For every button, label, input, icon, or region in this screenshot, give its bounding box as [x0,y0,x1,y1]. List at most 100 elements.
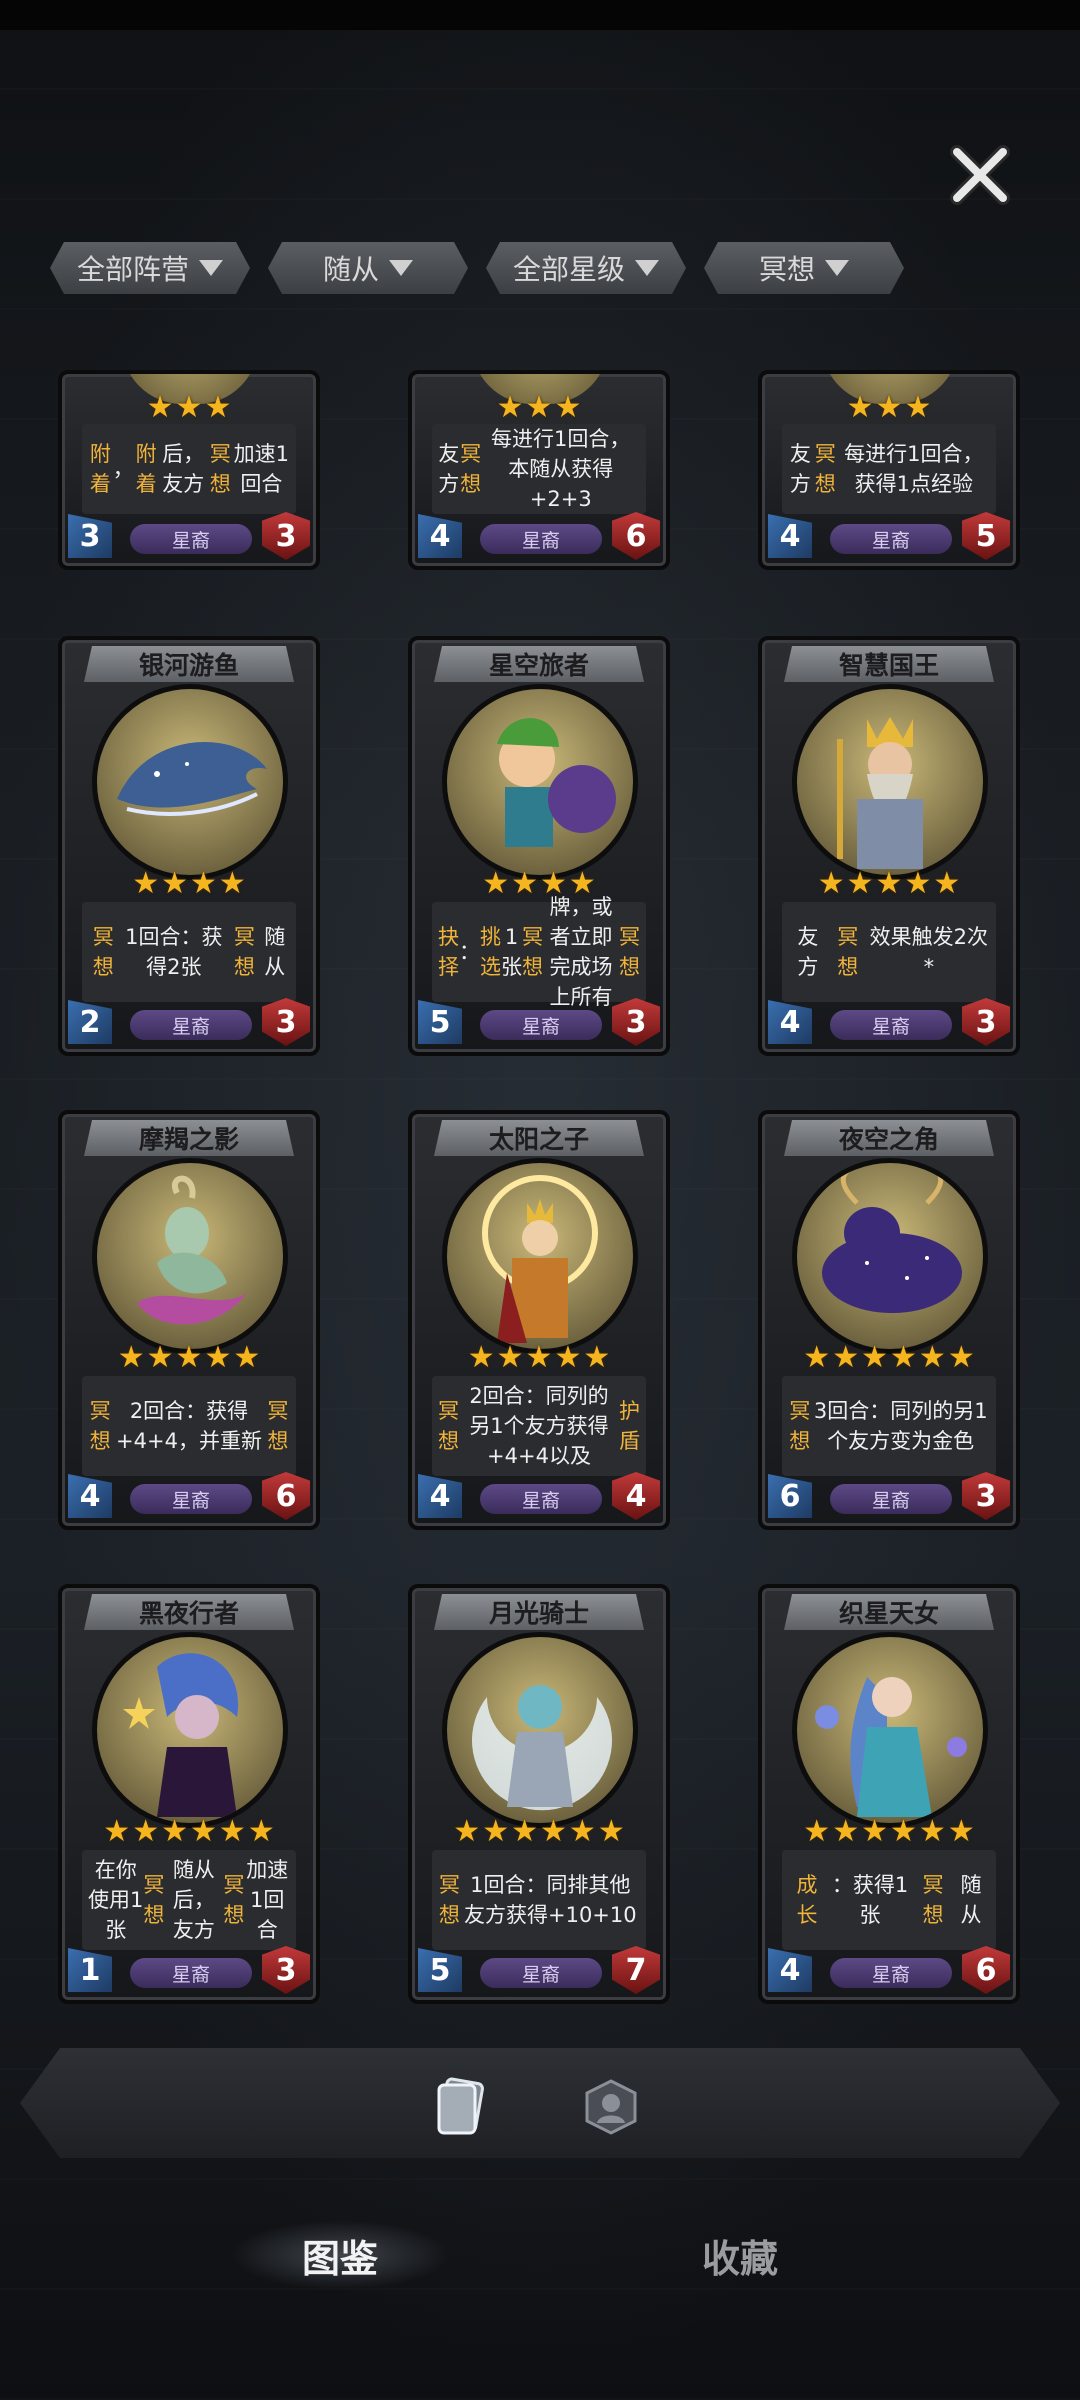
card-description: 友方 冥想 每进行1回合，本随从获得+2+3 [432,424,646,514]
star-icon: ★ [482,1814,510,1849]
card-name: 摩羯之影 [84,1120,294,1156]
star-icon: ★ [918,1814,946,1849]
card-stars: ★ ★ ★ ★ ★ [762,868,1016,900]
star-icon: ★ [861,1340,888,1375]
star-icon: ★ [511,1814,538,1849]
star-icon: ★ [190,1814,217,1849]
star-icon: ★ [904,390,932,425]
star-icon: ★ [190,866,217,901]
card-description: 冥想 2回合：同列的另1个友方获得+4+4以及 护盾 [432,1376,646,1476]
card-description: 抉择：挑选 1张 冥想 牌，或者立即完成场上所有 冥想 [432,895,646,1009]
card-faction: 星裔 [830,1958,952,1988]
star-icon: ★ [540,1814,567,1849]
card-faction: 星裔 [130,1958,252,1988]
card[interactable]: 黑夜行者 ★ ★ ★ ★ ★ ★ 在你使用1张 冥想 随从后，友方 冥想 加速1回合 1 星裔 3 [58,1584,320,2004]
star-icon: ★ [146,390,174,425]
night-walker-portrait [92,1632,288,1828]
card-power: 6 [962,1946,1010,1994]
card-description: 冥想 2回合：获得+4+4，并重新 冥想 [82,1376,296,1476]
whale-portrait [92,684,288,880]
star-icon: ★ [132,866,160,901]
sun-son-portrait [442,1158,638,1354]
card[interactable]: 星空旅者 ★ ★ ★ ★ 抉择：挑选 1张 冥想 牌，或者立即完成场上所有 冥想 5 星裔 3 [408,636,670,1056]
star-icon: ★ [482,866,510,901]
card-power: 3 [262,1946,310,1994]
star-icon: ★ [132,1814,160,1849]
card-name: 星空旅者 [434,646,644,682]
card-faction: 星裔 [480,1958,602,1988]
card-power: 3 [262,512,310,560]
card-stars: ★ ★ ★ ★ ★ [412,1342,666,1374]
tab-favorites[interactable]: 收藏 [630,2220,850,2290]
card-partial[interactable]: ★ ★ ★ 友方 冥想 每进行1回合，获得1点经验 4 星裔 5 [758,370,1020,570]
card-cost: 4 [418,514,462,558]
tab-label: 图鉴 [301,2236,378,2281]
card-stars: ★ ★ ★ ★ ★ [62,1342,316,1374]
card-power: 3 [962,1472,1010,1520]
star-icon: ★ [554,390,582,425]
star-icon: ★ [597,1814,625,1849]
card-power: 4 [612,1472,660,1520]
card-stars: ★ ★ ★ ★ ★ ★ [762,1342,1016,1374]
star-icon: ★ [218,866,246,901]
card-cost: 5 [418,1948,462,1992]
star-icon: ★ [947,1340,975,1375]
star-icon: ★ [146,1340,174,1375]
star-icon: ★ [875,866,903,901]
moon-knight-portrait [442,1632,638,1828]
star-icon: ★ [817,866,845,901]
card-power: 5 [962,512,1010,560]
card-power: 6 [612,512,660,560]
card-name: 银河游鱼 [84,646,294,682]
card-power: 3 [962,998,1010,1046]
card[interactable]: 摩羯之影 ★ ★ ★ ★ ★ 冥想 2回合：获得+4+4，并重新 冥想 4 星裔 6 [58,1110,320,1530]
card[interactable]: 银河游鱼 ★ ★ ★ ★ 冥想 1回合：获得2张 冥想 随从 2 星裔 3 [58,636,320,1056]
star-icon: ★ [175,390,203,425]
star-icon: ★ [117,1340,145,1375]
star-icon: ★ [496,390,524,425]
card-partial[interactable]: ★ ★ ★ 附着，附着 后，友方 冥想 加速1回合 3 星裔 3 [58,370,320,570]
card-partial[interactable]: ★ ★ ★ 友方 冥想 每进行1回合，本随从获得+2+3 4 星裔 6 [408,370,670,570]
card-cost: 4 [418,1474,462,1518]
star-icon: ★ [861,1814,888,1849]
star-icon: ★ [568,1814,596,1849]
card[interactable]: 太阳之子 ★ ★ ★ ★ ★ 冥想 2回合：同列的另1个友方获得+4+4以及 护盾 4 星裔 4 [408,1110,670,1530]
card-faction: 星裔 [830,1010,952,1040]
card[interactable]: 月光骑士 ★ ★ ★ ★ ★ ★ 冥想 1回合：同排其他友方获得+10+10 5 星裔 7 [408,1584,670,2004]
card-cost: 1 [68,1948,112,1992]
tab-codex[interactable]: 图鉴 [230,2220,450,2290]
star-icon: ★ [218,1814,246,1849]
card-stars: ★ ★ ★ ★ ★ ★ [762,1816,1016,1848]
card-stars: ★ ★ ★ ★ [62,868,316,900]
bull-portrait [792,1158,988,1354]
star-icon: ★ [525,1340,553,1375]
star-icon: ★ [453,1814,481,1849]
card-description: 友方 冥想 效果触发2次* [782,902,996,1002]
card-name: 智慧国王 [784,646,994,682]
star-icon: ★ [525,390,553,425]
card-faction: 星裔 [830,1484,952,1514]
cards-tab-icon-button[interactable] [426,2072,496,2142]
card-power: 3 [612,998,660,1046]
card[interactable]: 织星天女 ★ ★ ★ ★ ★ ★ 成长 ：获得1张 冥想 随从 4 星裔 6 [758,1584,1020,2004]
card[interactable]: 夜空之角 ★ ★ ★ ★ ★ ★ 冥想 3回合：同列的另1个友方变为金色 6 星裔 3 [758,1110,1020,1530]
heroes-tab-icon-button[interactable] [576,2072,646,2142]
card-cost: 4 [768,1000,812,1044]
card-name: 织星天女 [784,1594,994,1630]
card-cost: 5 [418,1000,462,1044]
card-faction: 星裔 [130,1484,252,1514]
star-icon: ★ [846,866,874,901]
card-cost: 6 [768,1474,812,1518]
card-power: 3 [262,998,310,1046]
card-stars: ★ ★ ★ [762,392,1016,424]
card-name: 太阳之子 [434,1120,644,1156]
king-portrait [792,684,988,880]
card-stars: ★ ★ ★ [62,392,316,424]
star-icon: ★ [832,1340,860,1375]
card-power: 7 [612,1946,660,1994]
card-cost: 4 [768,514,812,558]
tab-label: 收藏 [701,2236,778,2281]
card[interactable]: 智慧国王 ★ ★ ★ ★ ★ 友方 冥想 效果触发2次* 4 星裔 3 [758,636,1020,1056]
card-name: 夜空之角 [784,1120,994,1156]
star-icon: ★ [583,1340,611,1375]
